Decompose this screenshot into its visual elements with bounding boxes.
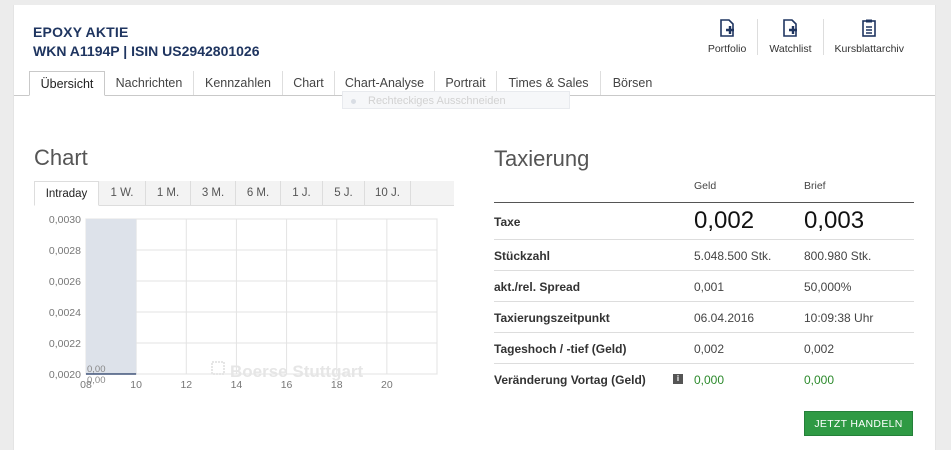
- tageshoch: 0,002: [694, 342, 725, 356]
- taxe-brief: 0,003: [804, 207, 865, 234]
- watchlist-add-icon: [783, 19, 798, 37]
- y-tick-label: 0,0030: [49, 214, 81, 226]
- plot-area: [85, 218, 438, 375]
- row-label: Taxe: [494, 215, 521, 229]
- chart-tab-1w[interactable]: 1 W.: [99, 181, 146, 205]
- col-brief-header: Brief: [804, 180, 826, 192]
- x-tick-label: 10: [130, 379, 142, 391]
- chart-tab-1m[interactable]: 1 M.: [146, 181, 191, 205]
- y-tick-label: 0,0022: [49, 338, 81, 350]
- veraenderung-brief: 0,000: [804, 373, 835, 387]
- page-container: EPOXY AKTIE WKN A1194P | ISIN US29428010…: [13, 5, 936, 450]
- tab-chart[interactable]: Chart: [283, 71, 335, 95]
- stock-identifiers: WKN A1194P | ISIN US2942801026: [33, 43, 260, 59]
- table-row: Taxierungszeitpunkt 06.04.2016 10:09:38 …: [494, 302, 914, 333]
- kursblattarchiv-label: Kursblattarchiv: [834, 43, 904, 55]
- table-row: Stückzahl 5.048.500 Stk. 800.980 Stk.: [494, 240, 914, 271]
- intraday-chart[interactable]: 0,00300,00280,00260,00240,00220,0020 0,00…: [34, 205, 454, 405]
- x-tick-label: 20: [381, 379, 393, 391]
- ghost-context-menu: Rechteckiges Ausschneiden: [342, 91, 570, 109]
- chart-section-title: Chart: [34, 145, 88, 170]
- chart-range-tabs: Intraday 1 W. 1 M. 3 M. 6 M. 1 J. 5 J. 1…: [34, 181, 454, 206]
- row-label: Tageshoch / -tief (Geld): [494, 342, 627, 356]
- chart-tab-5j[interactable]: 5 J.: [323, 181, 365, 205]
- watchlist-label: Watchlist: [769, 43, 812, 55]
- spread-rel: 50,000%: [804, 280, 852, 294]
- chart-tab-1j[interactable]: 1 J.: [281, 181, 323, 205]
- row-label: Veränderung Vortag (Geld): [494, 373, 646, 387]
- watchlist-button[interactable]: Watchlist: [757, 19, 822, 55]
- portfolio-button[interactable]: Portfolio: [697, 19, 758, 55]
- col-geld-header: Geld: [694, 180, 717, 192]
- intraday-shaded-area: [86, 219, 137, 374]
- tagestief: 0,002: [804, 342, 835, 356]
- kursblattarchiv-button[interactable]: Kursblattarchiv: [822, 19, 915, 55]
- bullet-icon: [351, 98, 356, 104]
- taxierung-title: Taxierung: [494, 146, 590, 171]
- taxe-geld: 0,002: [694, 207, 755, 234]
- stock-name: EPOXY AKTIE: [33, 24, 129, 40]
- tab-boersen[interactable]: Börsen: [601, 71, 664, 95]
- spread-abs: 0,001: [694, 280, 725, 294]
- portfolio-add-icon: [720, 19, 735, 37]
- line-annotation: 0,00: [87, 364, 106, 375]
- x-tick-label: 08: [80, 379, 92, 391]
- chart-tab-10j[interactable]: 10 J.: [365, 181, 411, 205]
- row-label: Taxierungszeitpunkt: [494, 311, 610, 325]
- row-label: akt./rel. Spread: [494, 280, 581, 294]
- chart-tab-intraday[interactable]: Intraday: [34, 181, 99, 206]
- archive-icon: [862, 19, 877, 37]
- stueckzahl-geld: 5.048.500 Stk.: [694, 249, 772, 263]
- chart-tab-6m[interactable]: 6 M.: [236, 181, 281, 205]
- row-label: Stückzahl: [494, 249, 551, 263]
- table-row: akt./rel. Spread 0,001 50,000%: [494, 271, 914, 302]
- chart-tab-3m[interactable]: 3 M.: [191, 181, 236, 205]
- table-row: Veränderung Vortag (Geld) i 0,000 0,000: [494, 364, 914, 394]
- tab-uebersicht[interactable]: Übersicht: [29, 71, 105, 96]
- veraenderung-geld: 0,000: [694, 373, 725, 387]
- table-row: Taxe 0,002 0,003: [494, 203, 914, 240]
- stock-header: EPOXY AKTIE WKN A1194P | ISIN US29428010…: [14, 5, 935, 65]
- info-icon[interactable]: i: [673, 374, 683, 384]
- header-actions: Portfolio Watchlist Kursblattarchiv: [697, 19, 915, 55]
- ghost-menu-label: Rechteckiges Ausschneiden: [368, 95, 506, 107]
- tab-nachrichten[interactable]: Nachrichten: [105, 71, 194, 95]
- y-tick-label: 0,0026: [49, 276, 81, 288]
- x-tick-label: 12: [180, 379, 192, 391]
- taxierung-date: 06.04.2016: [694, 311, 755, 325]
- trade-now-button[interactable]: JETZT HANDELN: [804, 411, 913, 436]
- taxierung-time: 10:09:38 Uhr: [804, 311, 874, 325]
- y-tick-label: 0,0020: [49, 369, 81, 381]
- y-tick-label: 0,0024: [49, 307, 81, 319]
- watermark-text: Boerse Stuttgart: [230, 362, 364, 381]
- tab-kennzahlen[interactable]: Kennzahlen: [194, 71, 283, 95]
- stueckzahl-brief: 800.980 Stk.: [804, 249, 872, 263]
- portfolio-label: Portfolio: [707, 43, 747, 55]
- y-tick-label: 0,0028: [49, 245, 81, 257]
- table-row: Tageshoch / -tief (Geld) 0,002 0,002: [494, 333, 914, 364]
